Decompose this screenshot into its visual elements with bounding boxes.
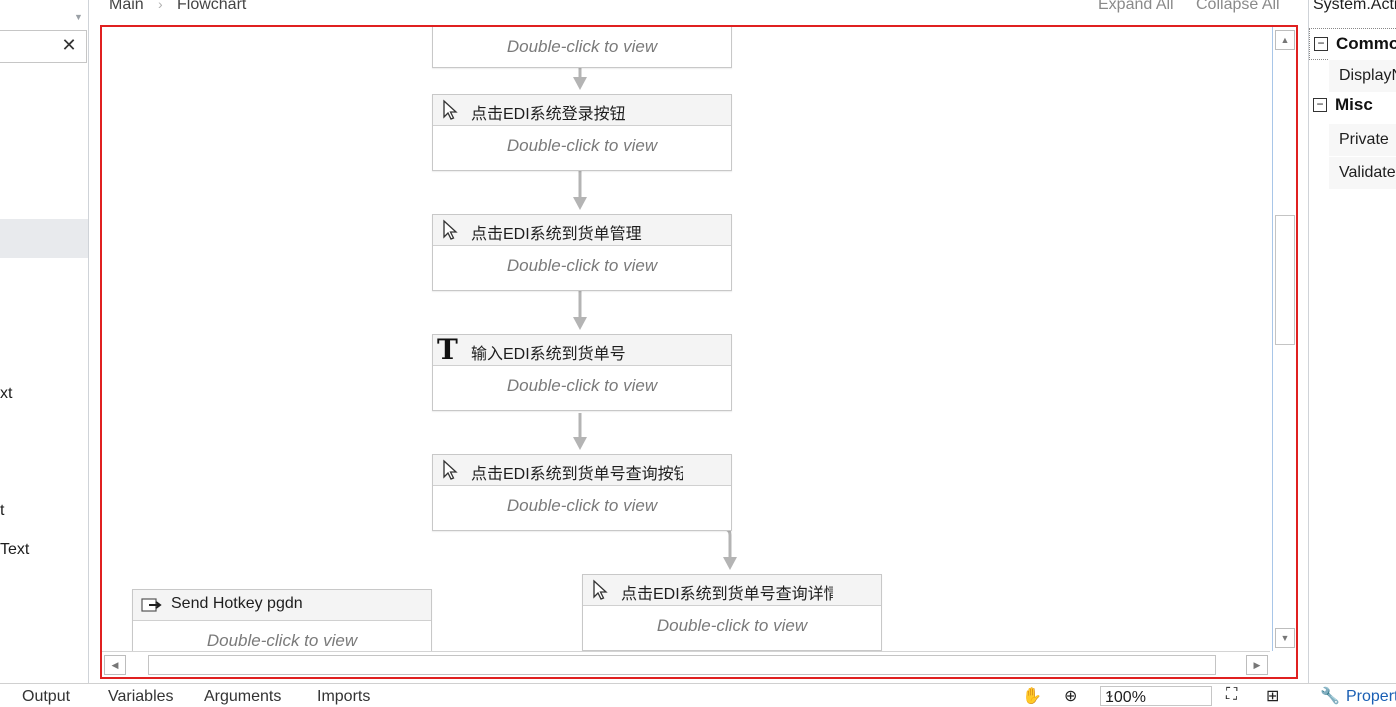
send-hotkey-icon [141, 598, 162, 612]
tree-item-label[interactable]: Text [0, 541, 29, 559]
scroll-up-icon[interactable]: ▲ [1275, 30, 1295, 50]
overview-icon[interactable]: ⊞ [1266, 686, 1279, 706]
property-name: DisplayName [1339, 67, 1396, 84]
tab-output[interactable]: Output [22, 688, 70, 706]
activity-title: 点击EDI系统到货单管理 [471, 226, 642, 243]
property-row[interactable]: Validate [1329, 156, 1396, 189]
activity-card[interactable]: 点击EDI系统登录按钮 Double-click to view [432, 94, 732, 171]
category-common[interactable]: − Common [1309, 28, 1396, 60]
activity-title: 点击EDI系统登录按钮 [471, 106, 626, 123]
category-label: Common [1336, 34, 1396, 53]
selected-tree-item[interactable] [0, 219, 88, 258]
property-row[interactable]: Private [1329, 123, 1396, 156]
activity-header[interactable]: 点击EDI系统到货单管理 [433, 215, 731, 246]
activity-card[interactable]: 点击EDI系统到货单管理 Double-click to view [432, 214, 732, 291]
activity-card[interactable]: Double-click to view [432, 27, 732, 68]
category-misc[interactable]: − Misc [1309, 90, 1396, 120]
activity-header[interactable]: Send Hotkey pgdn [133, 590, 431, 621]
activity-title: 点击EDI系统到货单号查询按钮 [471, 466, 683, 483]
activity-header[interactable]: 点击EDI系统到货单号查询详情 [583, 575, 881, 606]
activity-body[interactable]: Double-click to view [433, 486, 731, 530]
expand-all-button[interactable]: Expand All [1098, 0, 1174, 14]
cursor-icon [593, 579, 608, 600]
activity-title: Send Hotkey pgdn [171, 595, 303, 612]
zoom-icon[interactable]: ⊕ [1064, 686, 1077, 706]
double-click-hint: Double-click to view [506, 256, 658, 275]
double-click-hint: Double-click to view [506, 37, 658, 56]
activity-card[interactable]: T 输入EDI系统到货单号 Double-click to view [432, 333, 732, 411]
tab-variables[interactable]: Variables [108, 688, 174, 706]
scroll-right-icon[interactable]: ▶ [1246, 655, 1268, 675]
property-name: Private [1339, 131, 1389, 148]
double-click-hint: Double-click to view [656, 616, 808, 635]
flowchart-designer[interactable]: Double-click to view 点击EDI系统登录按钮 Double-… [100, 25, 1298, 679]
activity-card[interactable]: 点击EDI系统到货单号查询详情 Double-click to view [582, 574, 882, 651]
close-icon[interactable]: ✕ [60, 36, 78, 54]
double-click-hint: Double-click to view [506, 376, 658, 395]
activity-body[interactable]: Double-click to view [583, 606, 881, 650]
cursor-icon [443, 219, 458, 240]
activity-body[interactable]: Double-click to view [133, 621, 431, 651]
scroll-down-icon[interactable]: ▼ [1275, 628, 1295, 648]
activity-header[interactable]: 点击EDI系统到货单号查询按钮 [433, 455, 731, 486]
collapse-icon[interactable]: − [1314, 37, 1328, 51]
activity-title: 输入EDI系统到货单号 [471, 346, 626, 363]
type-text-icon: T [437, 333, 458, 366]
activity-header[interactable]: 点击EDI系统登录按钮 [433, 95, 731, 126]
activity-header[interactable]: T 输入EDI系统到货单号 [433, 333, 731, 366]
vertical-scrollbar[interactable]: ▲ ▼ [1272, 27, 1295, 651]
wrench-icon[interactable]: 🔧 [1320, 686, 1340, 706]
zoom-select[interactable]: 100% ⌄ [1100, 686, 1212, 706]
tree-item-label[interactable]: t [0, 502, 4, 520]
breadcrumb-flowchart[interactable]: Flowchart [177, 0, 246, 14]
scroll-thumb[interactable] [148, 655, 1216, 675]
tree-item-label[interactable]: xt [0, 385, 12, 403]
cursor-icon [443, 99, 458, 120]
tab-properties[interactable]: Properties [1346, 688, 1396, 706]
chevron-down-icon: ⌄ [1105, 687, 1116, 701]
collapse-icon[interactable]: − [1313, 98, 1327, 112]
tab-imports[interactable]: Imports [317, 688, 370, 706]
horizontal-scrollbar[interactable]: ◀ ▶ [102, 651, 1270, 676]
activity-body[interactable]: Double-click to view [433, 126, 731, 170]
collapse-all-button[interactable]: Collapse All [1196, 0, 1280, 14]
activity-title: 点击EDI系统到货单号查询详情 [621, 586, 833, 603]
breadcrumb: Main › Flowchart Expand All Collapse All [100, 0, 1296, 24]
activity-card[interactable]: Send Hotkey pgdn Double-click to view [132, 589, 432, 651]
activity-body[interactable]: Double-click to view [433, 366, 731, 410]
category-label: Misc [1335, 95, 1373, 114]
chevron-right-icon: › [158, 0, 163, 12]
double-click-hint: Double-click to view [506, 136, 658, 155]
tab-arguments[interactable]: Arguments [204, 688, 281, 706]
scroll-thumb[interactable] [1275, 215, 1295, 345]
properties-type-title: System.Activities [1313, 0, 1396, 13]
bottom-bar: Output Variables Arguments Imports ✋ ⊕ 1… [0, 683, 1396, 706]
cursor-icon [443, 459, 458, 480]
double-click-hint: Double-click to view [206, 631, 358, 650]
flowchart-canvas[interactable]: Double-click to view 点击EDI系统登录按钮 Double-… [102, 27, 1270, 651]
chevron-down-icon[interactable]: ▼ [74, 12, 83, 22]
fit-to-screen-icon[interactable]: ⛶ [1226, 686, 1237, 704]
breadcrumb-main[interactable]: Main [109, 0, 144, 14]
scroll-left-icon[interactable]: ◀ [104, 655, 126, 675]
property-row[interactable]: DisplayName [1329, 59, 1396, 92]
activity-body[interactable]: Double-click to view [433, 246, 731, 290]
property-name: Validate [1339, 164, 1396, 181]
activity-body[interactable]: Double-click to view [433, 27, 731, 67]
pan-hand-icon[interactable]: ✋ [1022, 686, 1042, 706]
double-click-hint: Double-click to view [506, 496, 658, 515]
activities-panel: ▼ ✕ xt t Text [0, 0, 89, 683]
activity-card[interactable]: 点击EDI系统到货单号查询按钮 Double-click to view [432, 454, 732, 531]
properties-panel: System.Activities − Common DisplayName −… [1308, 0, 1396, 683]
panel-header: ▼ [0, 0, 88, 28]
